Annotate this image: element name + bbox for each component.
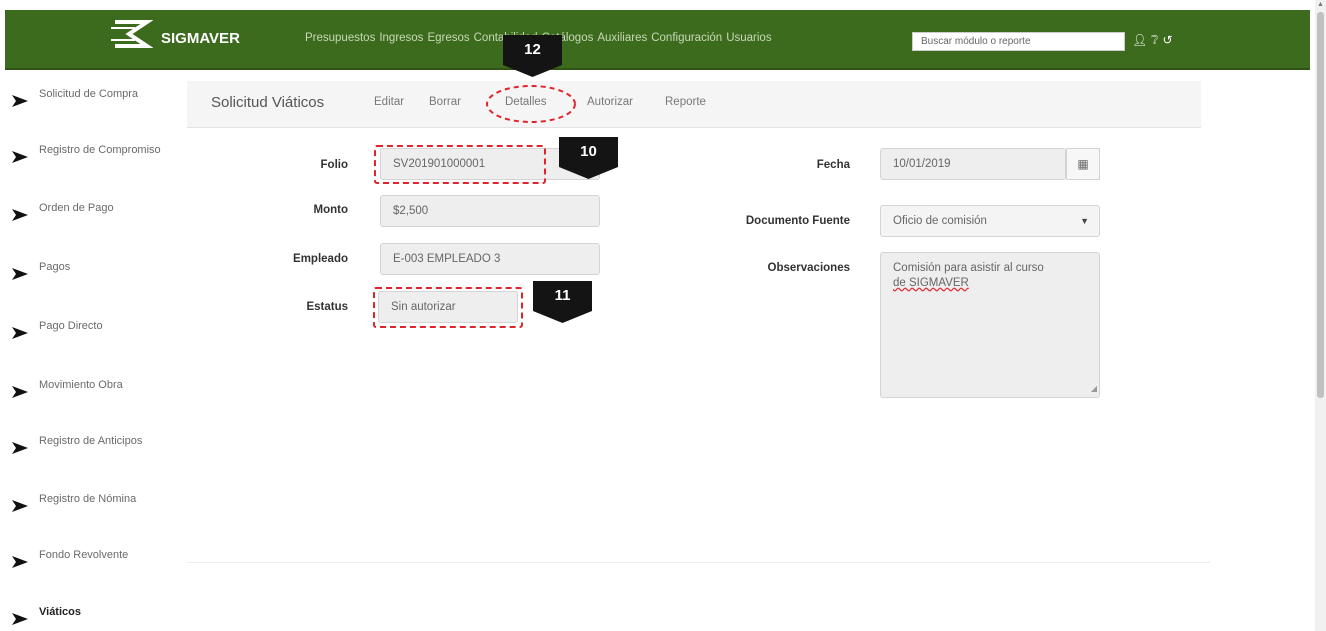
- help-icon[interactable]: ❔︎: [1151, 32, 1158, 48]
- observaciones-label: Observaciones: [767, 262, 850, 274]
- menu-item-egresos[interactable]: Egresos: [427, 32, 469, 44]
- chevron-right-icon: [12, 209, 28, 221]
- menu-item-presupuestos[interactable]: Presupuestos: [305, 32, 375, 44]
- chevron-right-icon: [12, 327, 28, 339]
- tab-autorizar[interactable]: Autorizar: [587, 96, 633, 108]
- scroll-thumb[interactable]: [1317, 12, 1324, 398]
- sidebar-item-label: Registro de Compromiso: [39, 144, 161, 156]
- sidebar-item-label: Registro de Anticipos: [39, 435, 143, 447]
- user-icon[interactable]: 👤︎: [1132, 32, 1147, 48]
- sidebar-item-registro-nomina[interactable]: Registro de Nómina: [10, 493, 190, 517]
- chevron-right-icon: [12, 386, 28, 398]
- sidebar-item-label: Movimiento Obra: [39, 379, 123, 391]
- fecha-field[interactable]: 10/01/2019: [880, 148, 1066, 180]
- menu-item-usuarios[interactable]: Usuarios: [726, 32, 771, 44]
- sigmaver-logo-icon: [111, 20, 153, 48]
- chevron-right-icon: [12, 268, 28, 280]
- sidebar-item-label: Pagos: [39, 261, 71, 273]
- menu-item-configuracion[interactable]: Configuración: [651, 32, 722, 44]
- callout-badge-10: 10: [559, 137, 618, 177]
- chevron-right-icon: [12, 613, 28, 625]
- sidebar-item-movimiento-obra[interactable]: Movimiento Obra: [10, 379, 190, 403]
- detalles-highlight: [486, 85, 576, 123]
- sidebar-item-orden-pago[interactable]: Orden de Pago: [10, 202, 190, 226]
- sidebar-item-viaticos[interactable]: Viáticos: [10, 606, 190, 630]
- top-navbar: SIGMAVER Presupuestos Ingresos Egresos C…: [5, 10, 1310, 70]
- sidebar-item-label: Registro de Nómina: [39, 493, 137, 505]
- estatus-field[interactable]: Sin autorizar: [378, 291, 518, 323]
- callout-badge-11: 11: [533, 281, 592, 321]
- monto-label: Monto: [313, 204, 348, 216]
- resize-handle-icon[interactable]: ◢: [1091, 381, 1097, 396]
- sidebar-item-label: Orden de Pago: [39, 202, 114, 214]
- brand-name[interactable]: SIGMAVER: [161, 30, 240, 47]
- calendar-icon[interactable]: ▦: [1066, 148, 1100, 180]
- sidebar-item-pagos[interactable]: Pagos: [10, 261, 190, 285]
- menu-item-auxiliares[interactable]: Auxiliares: [597, 32, 647, 44]
- observaciones-textarea[interactable]: Comisión para asistir al curso de SIGMAV…: [880, 252, 1100, 398]
- chevron-right-icon: [12, 95, 28, 107]
- chevron-right-icon: [12, 442, 28, 454]
- sidebar-item-label: Viáticos: [39, 606, 81, 618]
- estatus-label: Estatus: [306, 301, 348, 313]
- callout-badge-12: 12: [503, 35, 562, 75]
- menu-item-ingresos[interactable]: Ingresos: [379, 32, 423, 44]
- tab-editar[interactable]: Editar: [374, 96, 404, 108]
- monto-field[interactable]: $2,500: [380, 195, 600, 227]
- observaciones-line-2: de SIGMAVER: [893, 277, 969, 289]
- page-title: Solicitud Viáticos: [211, 94, 325, 111]
- nav-icons: 👤︎ ❔︎ ↺: [1132, 32, 1173, 48]
- content-divider: [187, 562, 1210, 563]
- dropdown-arrow-icon: ▼: [1080, 216, 1089, 226]
- documento-fuente-value: Oficio de comisión: [893, 215, 987, 227]
- tab-borrar[interactable]: Borrar: [429, 96, 461, 108]
- action-tabbar: Solicitud Viáticos Editar Borrar Detalle…: [187, 81, 1201, 128]
- fecha-label: Fecha: [816, 159, 850, 171]
- sidebar-item-fondo-revolvente[interactable]: Fondo Revolvente: [10, 549, 190, 573]
- sidebar-item-registro-anticipos[interactable]: Registro de Anticipos: [10, 435, 190, 459]
- search-input[interactable]: Buscar módulo o reporte: [912, 32, 1125, 51]
- chevron-right-icon: [12, 151, 28, 163]
- scroll-up-icon[interactable]: ▲: [1317, 1, 1324, 9]
- chevron-right-icon: [12, 500, 28, 512]
- folio-label: Folio: [320, 159, 348, 171]
- empleado-label: Empleado: [293, 253, 348, 265]
- sidebar-item-label: Pago Directo: [39, 320, 103, 332]
- documento-fuente-select[interactable]: Oficio de comisión ▼: [880, 205, 1100, 237]
- chevron-right-icon: [12, 556, 28, 568]
- vertical-scrollbar[interactable]: ▲: [1315, 0, 1326, 631]
- observaciones-line-1: Comisión para asistir al curso: [893, 262, 1044, 274]
- logout-icon[interactable]: ↺: [1162, 32, 1172, 48]
- sidebar: Solicitud de Compra Registro de Compromi…: [0, 70, 190, 631]
- sidebar-item-solicitud-compra[interactable]: Solicitud de Compra: [10, 88, 190, 112]
- tab-reporte[interactable]: Reporte: [665, 96, 706, 108]
- documento-fuente-label: Documento Fuente: [745, 215, 850, 227]
- sidebar-item-registro-compromiso[interactable]: Registro de Compromiso: [10, 144, 190, 168]
- sidebar-item-pago-directo[interactable]: Pago Directo: [10, 320, 190, 344]
- sidebar-item-label: Solicitud de Compra: [39, 88, 139, 100]
- sidebar-item-label: Fondo Revolvente: [39, 549, 129, 561]
- empleado-field[interactable]: E-003 EMPLEADO 3: [380, 243, 600, 275]
